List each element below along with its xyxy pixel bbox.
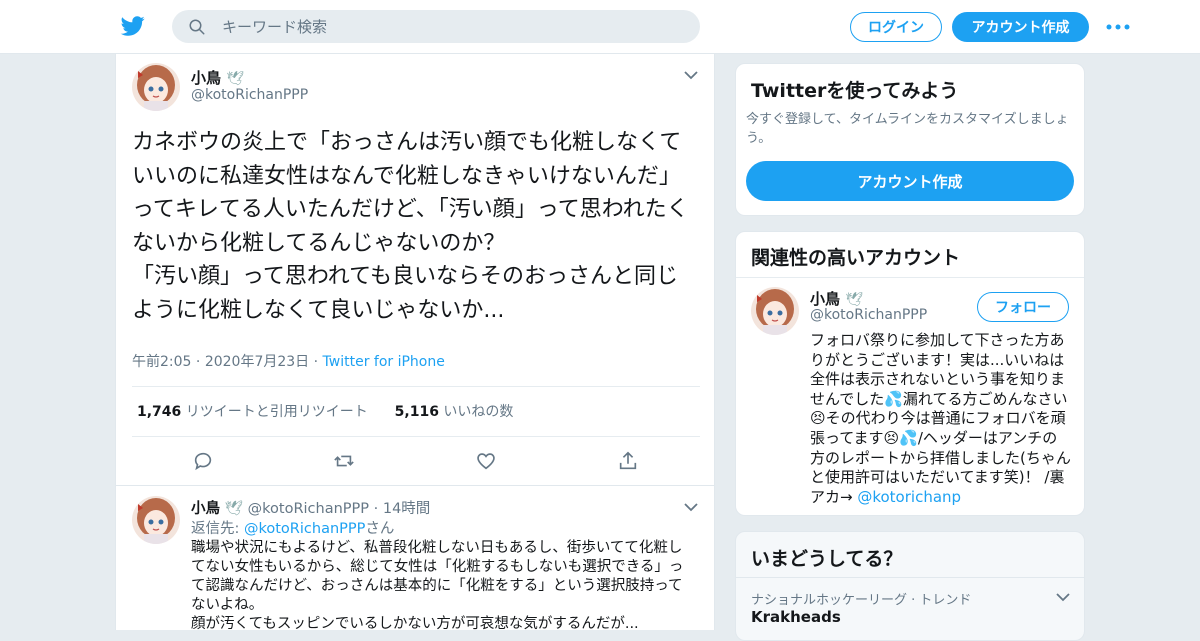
related-name-text[interactable]: 小鳥 — [810, 290, 840, 308]
avatar-image — [132, 63, 180, 111]
chevron-down-icon[interactable] — [684, 70, 698, 80]
divider — [736, 577, 1084, 578]
related-name[interactable]: 小鳥 🕊 — [810, 288, 863, 309]
trend-category: ナショナルホッケーリーグ · トレンド — [751, 593, 972, 608]
tweet-meta: 午前2:05 · 2020年7月23日 · Twitter for iPhone — [132, 354, 445, 370]
replying-to: 返信先: @kotoRichanPPPさん — [191, 517, 394, 538]
related-accounts-card: 関連性の高いアカウント 小鳥 🕊 @kotoRichanPPP フォロー フォロ… — [735, 231, 1085, 516]
signup-card-subtitle: 今すぐ登録して、タイムラインをカスタマイズしましょう。 — [746, 112, 1069, 146]
search-input[interactable] — [222, 10, 682, 43]
avatar-image — [132, 496, 180, 544]
top-bar: ログイン アカウント作成 — [0, 0, 1200, 54]
retweet-icon[interactable] — [333, 450, 355, 472]
related-name-emoji: 🕊 — [845, 292, 864, 308]
replying-to-suffix: さん — [365, 521, 395, 537]
author-name-emoji: 🕊 — [226, 71, 245, 87]
likes-count: 5,116 — [394, 404, 439, 420]
signup-card-title: Twitterを使ってみよう — [751, 80, 959, 102]
replying-to-handle[interactable]: @kotoRichanPPP — [244, 521, 365, 537]
avatar-image — [751, 287, 799, 335]
main-tweet-column: 小鳥 🕊 @kotoRichanPPP カネボウの炎上で「おっさんは汚い顔でも化… — [115, 54, 715, 630]
tweet-author-handle[interactable]: @kotoRichanPPP — [191, 87, 308, 103]
divider — [132, 386, 700, 387]
related-bio-link[interactable]: @kotorichanp — [857, 488, 961, 506]
reply-author-name[interactable]: 小鳥 — [191, 501, 220, 517]
tweet-time[interactable]: 午前2:05 — [132, 354, 191, 370]
reply-author-emoji: 🕊 — [224, 501, 244, 517]
related-handle[interactable]: @kotoRichanPPP — [810, 307, 927, 323]
likes-stat[interactable]: 5,116 いいねの数 — [395, 404, 514, 420]
signup-card: Twitterを使ってみよう 今すぐ登録して、タイムラインをカスタマイズしましょ… — [735, 63, 1085, 216]
more-dots-icon[interactable] — [1106, 24, 1130, 30]
retweet-stat[interactable]: 1,746 リツイートと引用リツイート — [137, 404, 368, 420]
reply-header: 小鳥 🕊 @kotoRichanPPP · 14時間 — [191, 501, 431, 517]
trend-item[interactable]: Krakheads — [751, 608, 841, 626]
avatar[interactable] — [132, 63, 180, 111]
trends-card-title: いまどうしてる？ — [751, 548, 903, 570]
chevron-down-icon[interactable] — [1056, 592, 1070, 602]
chevron-down-icon[interactable] — [684, 502, 698, 512]
author-name-text[interactable]: 小鳥 — [191, 69, 221, 87]
replying-to-label: 返信先: — [191, 521, 240, 537]
tweet-source[interactable]: Twitter for iPhone — [323, 354, 445, 370]
likes-label: いいねの数 — [443, 404, 514, 420]
tweet-date[interactable]: 2020年7月23日 — [205, 354, 309, 370]
reply-text: 職場や状況にもよるけど、私普段化粧しない日もあるし、街歩いてて化粧してない女性も… — [191, 540, 684, 630]
related-avatar[interactable] — [751, 287, 799, 335]
twitter-bird-icon[interactable] — [120, 14, 146, 38]
sidebar-signup-button[interactable]: アカウント作成 — [746, 161, 1074, 201]
reply-icon[interactable] — [192, 450, 214, 472]
like-icon[interactable] — [475, 450, 497, 472]
tweet-text: カネボウの炎上で「おっさんは汚い顔でも化粧しなくていいのに私達女性はなんで化粧し… — [132, 130, 689, 323]
reply-time[interactable]: 14時間 — [383, 501, 430, 517]
divider — [116, 485, 714, 486]
search-icon — [189, 19, 205, 35]
retweets-label: リツイートと引用リツイート — [185, 404, 368, 420]
divider — [132, 436, 700, 437]
related-bio: フォロバ祭りに参加して下さった方ありがとうございます！実は...いいねは全件は表… — [810, 331, 1072, 507]
share-icon[interactable] — [617, 450, 639, 472]
retweets-count: 1,746 — [137, 404, 182, 420]
trends-card: いまどうしてる？ ナショナルホッケーリーグ · トレンド Krakheads — [735, 531, 1085, 641]
login-button[interactable]: ログイン — [850, 12, 942, 42]
tweet-stats: 1,746 リツイートと引用リツイート 5,116 いいねの数 — [137, 401, 513, 421]
related-bio-text: フォロバ祭りに参加して下さった方ありがとうございます！実は...いいねは全件は表… — [810, 331, 1071, 506]
reply-avatar[interactable] — [132, 496, 180, 544]
search-box[interactable] — [172, 10, 700, 43]
divider — [736, 277, 1084, 278]
follow-button[interactable]: フォロー — [977, 292, 1069, 322]
reply-author-handle[interactable]: @kotoRichanPPP — [248, 501, 369, 517]
related-card-title: 関連性の高いアカウント — [751, 247, 961, 269]
tweet-author-name[interactable]: 小鳥 🕊 — [191, 67, 244, 88]
signup-button[interactable]: アカウント作成 — [952, 12, 1089, 42]
